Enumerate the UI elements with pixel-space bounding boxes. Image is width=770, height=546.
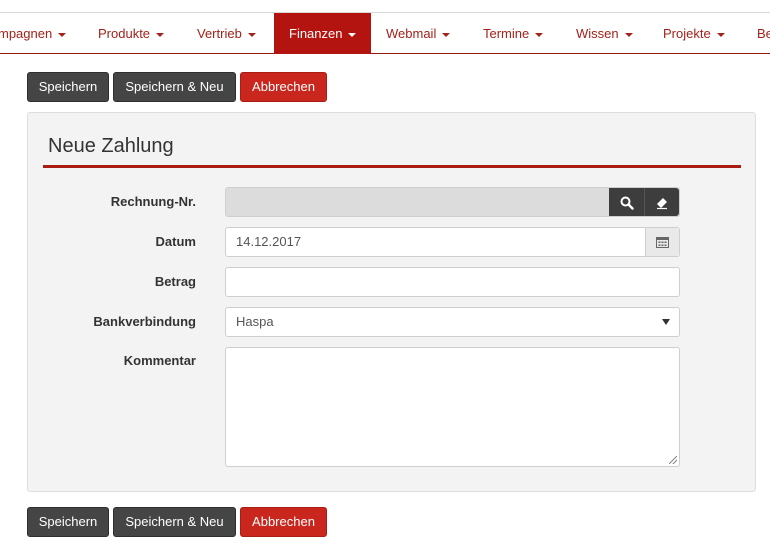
cancel-button-bottom[interactable]: Abbrechen xyxy=(240,507,327,537)
nav-item-termine[interactable]: Termine xyxy=(483,13,544,54)
date-value: 14.12.2017 xyxy=(236,234,302,249)
nav-item-wissen[interactable]: Wissen xyxy=(576,13,633,54)
caret-down-icon xyxy=(156,32,165,37)
bank-account-value: Haspa xyxy=(236,314,274,329)
eraser-icon xyxy=(657,198,667,210)
comment-label: Kommentar xyxy=(123,353,196,368)
nav-item-label: Termine xyxy=(483,26,530,41)
date-input[interactable]: 14.12.2017 xyxy=(225,227,680,257)
main-navbar: mpagnen Produkte Vertrieb Finanzen Webma… xyxy=(0,12,770,54)
form-title: Neue Zahlung xyxy=(48,135,174,157)
nav-item-finanzen[interactable]: Finanzen xyxy=(274,13,371,54)
save-button-bottom[interactable]: Speichern xyxy=(27,507,109,537)
nav-item-label: Vertrieb xyxy=(197,26,242,41)
invoice-search-button[interactable] xyxy=(609,188,645,216)
caret-down-icon xyxy=(58,32,67,37)
caret-down-icon xyxy=(348,32,357,37)
bank-account-select[interactable]: Haspa xyxy=(225,307,680,337)
title-divider xyxy=(43,165,741,168)
nav-item-label: Wissen xyxy=(576,26,619,41)
nav-item-label: Finanzen xyxy=(289,26,343,41)
chevron-down-icon xyxy=(662,319,670,325)
nav-item-label: Projekte xyxy=(663,26,711,41)
date-label: Datum xyxy=(155,234,196,249)
bank-account-label: Bankverbindung xyxy=(93,314,196,329)
caret-down-icon xyxy=(716,32,725,37)
amount-input[interactable] xyxy=(225,267,680,297)
cancel-button-top[interactable]: Abbrechen xyxy=(240,72,327,102)
date-picker-button[interactable] xyxy=(645,228,679,256)
nav-item-label: Produkte xyxy=(98,26,151,41)
nav-item-more[interactable]: Be xyxy=(757,13,770,54)
nav-item-label: Webmail xyxy=(386,26,437,41)
payment-form-panel: Neue Zahlung Rechnung-Nr. Datum 14.12.20… xyxy=(27,112,756,492)
save-new-button-bottom[interactable]: Speichern & Neu xyxy=(113,507,236,537)
calendar-icon xyxy=(656,237,669,248)
save-button-top[interactable]: Speichern xyxy=(27,72,109,102)
caret-down-icon xyxy=(535,32,544,37)
invoice-clear-button[interactable] xyxy=(645,188,679,216)
save-new-button-top[interactable]: Speichern & Neu xyxy=(113,72,236,102)
resize-handle-icon[interactable] xyxy=(669,456,677,464)
nav-item-label: mpagnen xyxy=(0,26,53,41)
nav-item-projekte[interactable]: Projekte xyxy=(663,13,725,54)
nav-item-produkte[interactable]: Produkte xyxy=(98,13,165,54)
nav-item-vertrieb[interactable]: Vertrieb xyxy=(197,13,256,54)
amount-label: Betrag xyxy=(154,274,196,289)
comment-textarea[interactable] xyxy=(225,347,680,467)
invoice-number-label: Rechnung-Nr. xyxy=(110,194,196,209)
nav-item-webmail[interactable]: Webmail xyxy=(386,13,451,54)
nav-item-label: Be xyxy=(757,26,770,41)
caret-down-icon xyxy=(624,32,633,37)
nav-item-kampagnen[interactable]: mpagnen xyxy=(0,13,67,54)
invoice-number-input[interactable] xyxy=(225,187,680,217)
caret-down-icon xyxy=(247,32,256,37)
caret-down-icon xyxy=(442,32,451,37)
search-icon xyxy=(620,196,634,210)
